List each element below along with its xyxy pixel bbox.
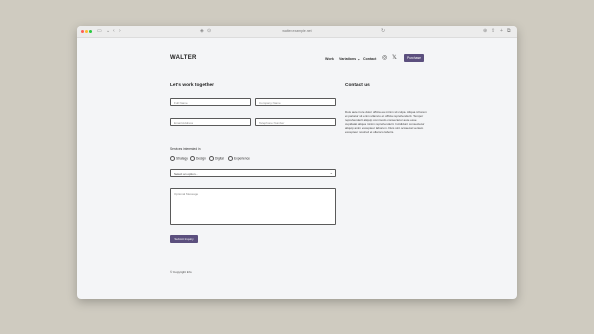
browser-window: ▭ ⌄ ‹ › ◈ ⊙ walter.example.net ↻ ⊕ ⇪ + ⧉… [77,26,517,299]
copyright-text: © Copyright Info [170,270,192,274]
minimize-window-button[interactable] [85,30,88,33]
privacy-shield-icon[interactable]: ◈ [200,28,204,35]
zoom-window-button[interactable] [89,30,92,33]
radio-strategy[interactable]: Strategy [170,156,188,161]
radio-label: Design [196,156,206,161]
select-value: Select an option... [174,171,199,176]
message-placeholder: Optional Message [174,192,199,196]
chevron-down-icon[interactable]: ⌄ [106,28,110,35]
contact-body: Duis aute irure dolor officia ea minim s… [345,110,427,134]
services-label: Services interested in [170,147,201,151]
full-name-placeholder: Full Name [174,100,188,105]
new-tab-icon[interactable]: + [500,28,503,35]
radio-circle [170,156,175,161]
address-bar[interactable]: walter.example.net [207,28,387,35]
message-textarea[interactable]: Optional Message [170,188,336,225]
telephone-field[interactable]: Telephone Number [255,118,336,126]
radio-circle [228,156,233,161]
telephone-placeholder: Telephone Number [259,120,285,125]
page-content: WALTER Work Variations ⌄ Contact ◎ 𝕏 Pur… [77,38,517,299]
reload-icon[interactable]: ↻ [381,28,385,35]
chevron-down-icon: ⌄ [357,57,361,61]
back-icon[interactable]: ‹ [113,28,115,35]
radio-label: Digital [215,156,224,161]
form-title: Let's work together [170,83,215,88]
company-name-placeholder: Company Name [259,100,281,105]
share-icon[interactable]: ⇪ [491,28,495,35]
nav-contact[interactable]: Contact [363,57,376,61]
service-select[interactable]: Select an option... ⌄ [170,169,336,177]
radio-label: Experience [234,156,250,161]
radio-circle [190,156,195,161]
forward-icon[interactable]: › [119,28,121,35]
sidebar-icon[interactable]: ▭ [97,28,102,35]
contact-title: Contact us [345,83,370,88]
nav-work[interactable]: Work [325,57,334,61]
purchase-button[interactable]: Purchase [404,54,424,62]
radio-circle [209,156,214,161]
browser-toolbar: ▭ ⌄ ‹ › ◈ ⊙ walter.example.net ↻ ⊕ ⇪ + ⧉ [77,26,517,38]
company-name-field[interactable]: Company Name [255,98,336,106]
nav-variations-label: Variations [339,57,357,61]
tab-overview-icon[interactable]: ⧉ [507,28,511,35]
full-name-field[interactable]: Full Name [170,98,251,106]
download-icon[interactable]: ⊕ [483,28,487,35]
email-field[interactable]: Email Address [170,118,251,126]
nav-variations[interactable]: Variations ⌄ [339,57,360,61]
email-placeholder: Email Address [174,120,194,125]
radio-experience[interactable]: Experience [228,156,250,161]
radio-digital[interactable]: Digital [209,156,224,161]
radio-design[interactable]: Design [190,156,206,161]
radio-label: Strategy [176,156,188,161]
site-logo[interactable]: WALTER [170,55,197,61]
submit-inquiry-button[interactable]: Submit Inquiry [170,235,198,243]
instagram-icon[interactable]: ◎ [382,55,387,61]
close-window-button[interactable] [81,30,84,33]
x-icon[interactable]: 𝕏 [392,55,397,61]
chevron-down-icon: ⌄ [329,170,333,175]
